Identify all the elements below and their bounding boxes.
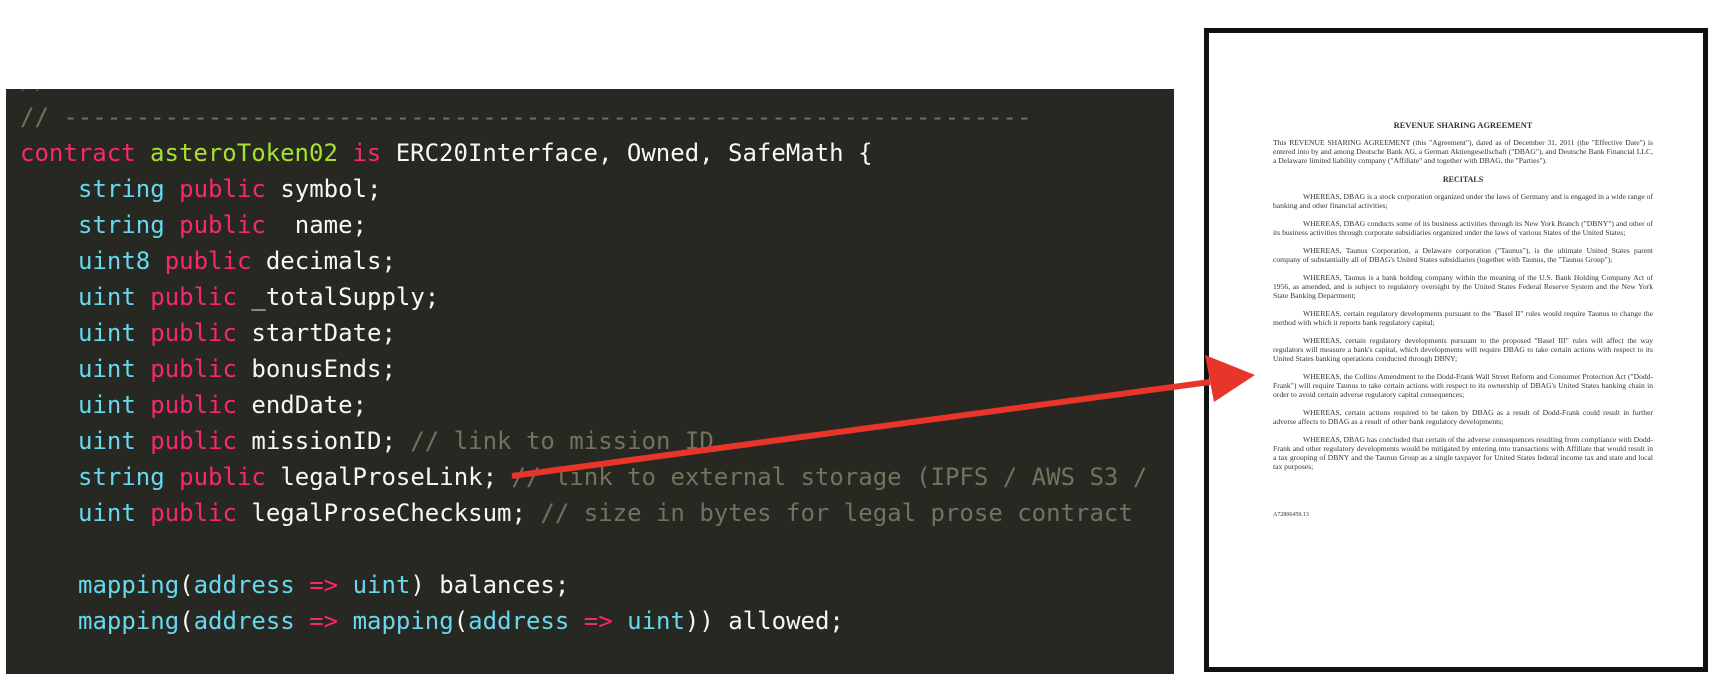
code-line: uint public missionID; // link to missio… [20,423,714,459]
recital-paragraph: WHEREAS, certain actions required to be … [1273,408,1653,426]
code-token: uint [78,355,151,383]
code-token: ) balances; [410,571,570,599]
code-token: uint [78,283,151,311]
recital-paragraph: WHEREAS, Taunus is a bank holding compan… [1273,273,1653,300]
code-token: public [150,499,252,527]
document-heading: RECITALS [1442,175,1484,184]
code-token: => [309,571,353,599]
code-line: string public symbol; [20,171,381,207]
code-token: startDate; [251,319,396,347]
code-line: uint public _totalSupply; [20,279,439,315]
code-token: ( [453,607,469,635]
code-token: string [78,463,180,491]
code-line: uint8 public decimals; [20,243,396,279]
recital-paragraph: WHEREAS, DBAG has concluded that certain… [1273,435,1653,471]
recital-paragraph: WHEREAS, certain regulatory developments… [1273,309,1653,327]
code-token: public [164,247,266,275]
code-line: string public name; [20,207,367,243]
code-token: mapping [352,607,454,635]
document-title: REVENUE SHARING AGREEMENT [1393,121,1533,130]
code-line: // -------------------------------------… [20,99,1031,135]
code-token: uint [78,319,151,347]
code-token: string [78,175,180,203]
code-token: address [193,571,310,599]
code-token: // link to external storage (IPFS / AWS … [511,463,1148,491]
code-line: string public legalProseLink; // link to… [20,459,1147,495]
code-token: public [179,463,281,491]
code-token: contract [20,139,151,167]
code-line-clipped: // ... [20,89,107,99]
code-token: public [150,391,252,419]
code-token: )) allowed; [684,607,844,635]
legal-document-text: REVENUE SHARING AGREEMENT This REVENUE S… [1273,121,1653,520]
code-token: => [583,607,628,635]
code-token: ( [179,607,194,635]
document-intro: This REVENUE SHARING AGREEMENT (this "Ag… [1273,138,1653,165]
code-token: public [150,319,252,347]
code-line: contract asteroToken02 is ERC20Interface… [20,135,873,171]
code-token: string [78,211,180,239]
code-token: uint8 [78,247,165,275]
code-token: legalProseChecksum; [251,499,541,527]
document-recitals: WHEREAS, DBAG is a stock corporation org… [1273,192,1653,471]
document-footer: A72806459.13 [1273,512,1309,518]
code-token: uint [352,571,411,599]
code-token: decimals; [265,247,396,275]
recital-paragraph: WHEREAS, DBAG conducts some of its busin… [1273,219,1653,237]
code-line: uint public legalProseChecksum; // size … [20,495,1133,531]
code-token: missionID; [251,427,411,455]
code-token: public [150,355,252,383]
code-token: ( [179,571,194,599]
code-token: address [193,607,310,635]
code-editor-panel: // ... // ------------------------------… [6,89,1174,674]
code-token: uint [78,427,151,455]
code-token: uint [78,391,151,419]
recital-paragraph: WHEREAS, Taunus Corporation, a Delaware … [1273,246,1653,264]
code-token: public [179,211,281,239]
code-token: uint [78,499,151,527]
code-token: public [150,427,252,455]
code-token: uint [627,607,685,635]
code-line: mapping(address => uint) balances; [20,567,569,603]
code-token: name; [280,211,368,239]
code-token: _totalSupply; [251,283,440,311]
code-token: bonusEnds; [251,355,396,383]
code-token: => [309,607,353,635]
code-line: uint public bonusEnds; [20,351,396,387]
code-token: is [352,139,396,167]
code-token: // -------------------------------------… [20,103,1032,131]
code-token: public [150,283,252,311]
code-line: uint public endDate; [20,387,367,423]
recital-paragraph: WHEREAS, DBAG is a stock corporation org… [1273,192,1653,210]
recital-paragraph: WHEREAS, the Collins Amendment to the Do… [1273,372,1653,399]
legal-document-page: REVENUE SHARING AGREEMENT This REVENUE S… [1204,28,1708,672]
code-token: legalProseLink; [280,463,512,491]
recital-paragraph: WHEREAS, certain regulatory developments… [1273,336,1653,363]
code-token: endDate; [251,391,367,419]
code-token: symbol; [280,175,382,203]
code-token: mapping [78,571,180,599]
code-token: // link to mission ID [410,427,714,455]
code-token: // size in bytes for legal prose contrac… [540,499,1133,527]
code-token: ERC20Interface, Owned, SafeMath { [395,139,873,167]
code-token: public [179,175,281,203]
code-line: mapping(address => mapping(address => ui… [20,603,844,639]
code-token: asteroToken02 [150,139,353,167]
code-line: uint public startDate; [20,315,396,351]
code-token: mapping [78,607,180,635]
code-token: address [468,607,584,635]
